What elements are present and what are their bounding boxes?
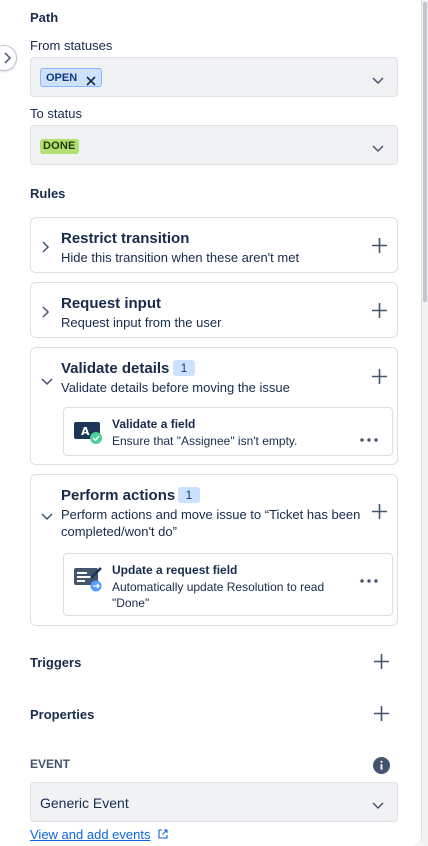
open-status-tag-label: OPEN xyxy=(46,71,78,84)
more-options-icon[interactable] xyxy=(360,429,378,447)
info-icon[interactable] xyxy=(373,757,390,779)
open-status-tag: OPEN xyxy=(40,68,102,87)
to-status-select[interactable]: DONE xyxy=(30,125,398,165)
action-description-line-1: Automatically update Resolution to read xyxy=(112,580,325,594)
remove-tag-icon[interactable] xyxy=(86,73,96,91)
rules-heading: Rules xyxy=(30,186,66,201)
transition-panel: Path From statuses OPEN To status DONE R… xyxy=(0,0,422,846)
rule-count-badge: 1 xyxy=(173,360,195,376)
validator-title: Validate a field xyxy=(112,417,196,431)
to-status-label: To status xyxy=(30,106,83,121)
svg-text:A: A xyxy=(81,425,90,438)
validator-icon: A xyxy=(74,422,104,449)
chevron-right-icon[interactable] xyxy=(42,305,50,323)
rule-title: Perform actions xyxy=(61,487,176,504)
event-select[interactable]: Generic Event xyxy=(30,782,398,822)
event-label: EVENT xyxy=(30,757,71,771)
rule-perform-actions[interactable]: Perform actions 1 Perform actions and mo… xyxy=(30,474,398,626)
rule-count-badge: 1 xyxy=(178,487,200,503)
update-field-icon xyxy=(74,566,104,597)
chevron-down-icon xyxy=(372,140,384,158)
rule-restrict-transition[interactable]: Restrict transition Hide this transition… xyxy=(30,217,398,273)
add-trigger-icon[interactable] xyxy=(374,654,389,674)
rule-title: Restrict transition xyxy=(61,230,190,247)
add-icon[interactable] xyxy=(372,369,387,389)
chevron-down-icon xyxy=(372,797,384,815)
validator-description: Ensure that "Assignee" isn't empty. xyxy=(112,434,298,448)
more-options-icon[interactable] xyxy=(360,570,378,588)
rule-description-line-2: completed/won't do” xyxy=(61,524,177,539)
rule-description: Request input from the user xyxy=(61,315,222,330)
path-heading: Path xyxy=(30,10,59,25)
rule-description-line-1: Perform actions and move issue to “Ticke… xyxy=(61,507,361,522)
rule-validate-details[interactable]: Validate details 1 Validate details befo… xyxy=(30,347,398,465)
action-description-line-2: "Done" xyxy=(112,596,150,610)
rule-request-input[interactable]: Request input Request input from the use… xyxy=(30,282,398,338)
chevron-right-icon xyxy=(3,52,11,64)
chevron-right-icon[interactable] xyxy=(42,240,50,258)
add-property-icon[interactable] xyxy=(374,706,389,726)
chevron-down-icon xyxy=(372,72,384,90)
view-and-add-events-link[interactable]: View and add events xyxy=(30,827,150,842)
update-request-field-item[interactable]: Update a request field Automatically upd… xyxy=(63,553,393,616)
event-select-value: Generic Event xyxy=(40,795,129,811)
properties-heading: Properties xyxy=(30,707,95,722)
view-events-link-wrapper: View and add events xyxy=(30,826,168,844)
validate-field-item[interactable]: A Validate a field Ensure that "Assignee… xyxy=(63,407,393,456)
action-title: Update a request field xyxy=(112,563,238,577)
scrollbar[interactable] xyxy=(422,0,428,846)
from-statuses-select[interactable]: OPEN xyxy=(30,57,398,97)
rule-description: Hide this transition when these aren't m… xyxy=(61,250,300,265)
rule-title: Validate details xyxy=(61,360,170,377)
add-icon[interactable] xyxy=(372,504,387,524)
add-icon[interactable] xyxy=(372,238,387,258)
triggers-heading: Triggers xyxy=(30,655,82,670)
chevron-down-icon[interactable] xyxy=(41,373,53,391)
add-icon[interactable] xyxy=(372,303,387,323)
rule-description: Validate details before moving the issue xyxy=(61,380,290,395)
scrollbar-thumb[interactable] xyxy=(423,2,427,302)
from-statuses-label: From statuses xyxy=(30,38,113,53)
chevron-down-icon[interactable] xyxy=(41,508,53,526)
external-link-icon xyxy=(158,826,168,843)
rule-title: Request input xyxy=(61,295,161,312)
done-status-lozenge: DONE xyxy=(40,139,79,154)
